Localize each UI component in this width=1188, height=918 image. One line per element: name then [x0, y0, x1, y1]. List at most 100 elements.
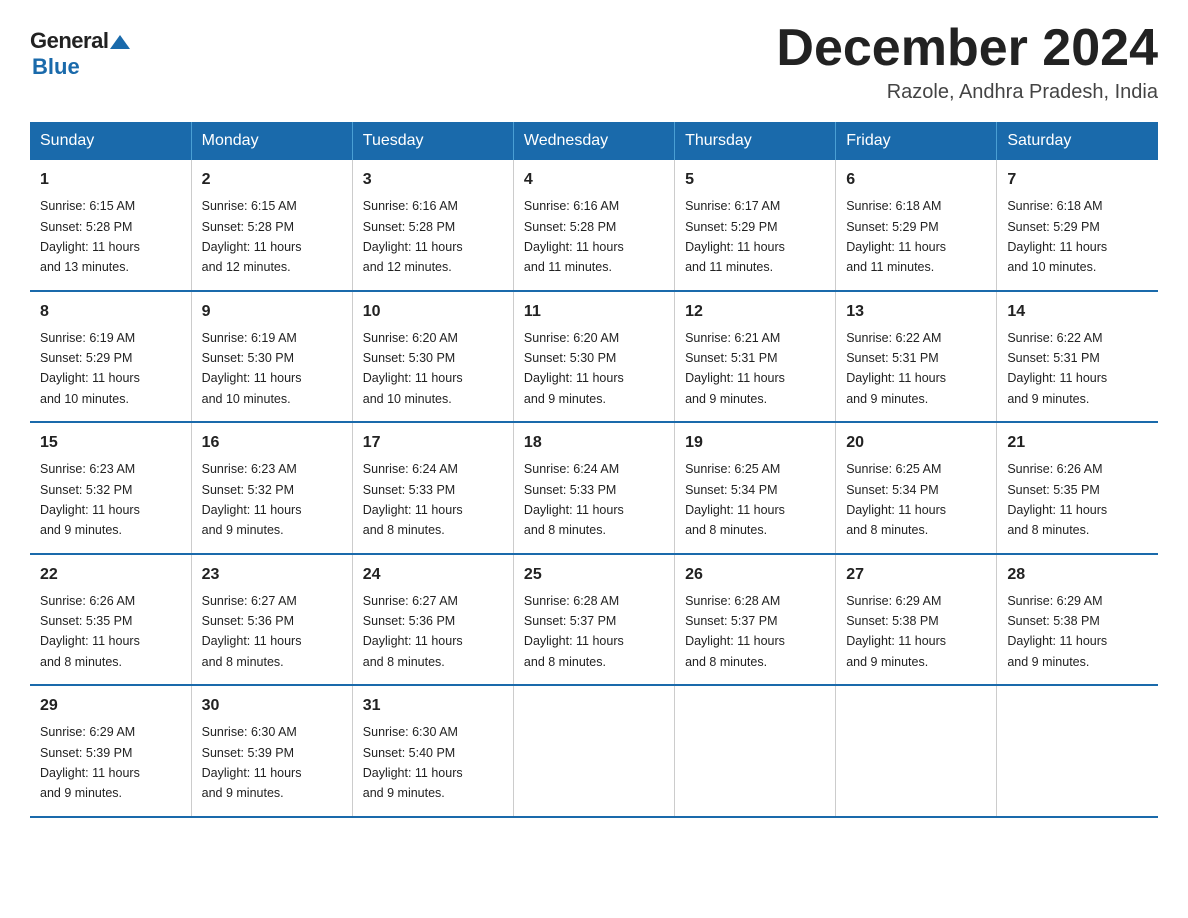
day-cell: 5 Sunrise: 6:17 AMSunset: 5:29 PMDayligh… — [675, 160, 836, 291]
header-cell-tuesday: Tuesday — [352, 122, 513, 160]
title-block: December 2024 Razole, Andhra Pradesh, In… — [776, 20, 1158, 104]
day-cell: 16 Sunrise: 6:23 AMSunset: 5:32 PMDaylig… — [191, 422, 352, 554]
header-row: SundayMondayTuesdayWednesdayThursdayFrid… — [30, 122, 1158, 160]
day-cell: 4 Sunrise: 6:16 AMSunset: 5:28 PMDayligh… — [513, 160, 674, 291]
day-number: 22 — [40, 563, 181, 587]
day-info: Sunrise: 6:21 AMSunset: 5:31 PMDaylight:… — [685, 331, 785, 406]
day-info: Sunrise: 6:27 AMSunset: 5:36 PMDaylight:… — [202, 594, 302, 669]
day-cell: 11 Sunrise: 6:20 AMSunset: 5:30 PMDaylig… — [513, 291, 674, 423]
day-cell: 19 Sunrise: 6:25 AMSunset: 5:34 PMDaylig… — [675, 422, 836, 554]
logo: General Blue — [30, 20, 130, 80]
day-number: 5 — [685, 168, 825, 192]
calendar-table: SundayMondayTuesdayWednesdayThursdayFrid… — [30, 122, 1158, 818]
day-cell: 24 Sunrise: 6:27 AMSunset: 5:36 PMDaylig… — [352, 554, 513, 686]
day-cell: 7 Sunrise: 6:18 AMSunset: 5:29 PMDayligh… — [997, 160, 1158, 291]
day-number: 17 — [363, 431, 503, 455]
header-cell-saturday: Saturday — [997, 122, 1158, 160]
day-cell: 13 Sunrise: 6:22 AMSunset: 5:31 PMDaylig… — [836, 291, 997, 423]
day-number: 8 — [40, 300, 181, 324]
location-subtitle: Razole, Andhra Pradesh, India — [776, 81, 1158, 104]
header-cell-friday: Friday — [836, 122, 997, 160]
day-info: Sunrise: 6:20 AMSunset: 5:30 PMDaylight:… — [524, 331, 624, 406]
day-info: Sunrise: 6:24 AMSunset: 5:33 PMDaylight:… — [363, 462, 463, 537]
day-number: 4 — [524, 168, 664, 192]
day-cell: 22 Sunrise: 6:26 AMSunset: 5:35 PMDaylig… — [30, 554, 191, 686]
day-cell: 17 Sunrise: 6:24 AMSunset: 5:33 PMDaylig… — [352, 422, 513, 554]
day-number: 11 — [524, 300, 664, 324]
day-cell: 1 Sunrise: 6:15 AMSunset: 5:28 PMDayligh… — [30, 160, 191, 291]
day-cell: 6 Sunrise: 6:18 AMSunset: 5:29 PMDayligh… — [836, 160, 997, 291]
week-row-2: 8 Sunrise: 6:19 AMSunset: 5:29 PMDayligh… — [30, 291, 1158, 423]
day-number: 7 — [1007, 168, 1148, 192]
day-cell — [513, 685, 674, 817]
header-cell-wednesday: Wednesday — [513, 122, 674, 160]
day-info: Sunrise: 6:30 AMSunset: 5:39 PMDaylight:… — [202, 725, 302, 800]
day-number: 18 — [524, 431, 664, 455]
day-number: 13 — [846, 300, 986, 324]
day-cell: 28 Sunrise: 6:29 AMSunset: 5:38 PMDaylig… — [997, 554, 1158, 686]
page-header: General Blue December 2024 Razole, Andhr… — [30, 20, 1158, 104]
day-number: 6 — [846, 168, 986, 192]
day-info: Sunrise: 6:25 AMSunset: 5:34 PMDaylight:… — [685, 462, 785, 537]
day-number: 19 — [685, 431, 825, 455]
month-title: December 2024 — [776, 20, 1158, 77]
calendar-header: SundayMondayTuesdayWednesdayThursdayFrid… — [30, 122, 1158, 160]
day-info: Sunrise: 6:26 AMSunset: 5:35 PMDaylight:… — [40, 594, 140, 669]
day-number: 3 — [363, 168, 503, 192]
day-cell: 3 Sunrise: 6:16 AMSunset: 5:28 PMDayligh… — [352, 160, 513, 291]
day-cell: 9 Sunrise: 6:19 AMSunset: 5:30 PMDayligh… — [191, 291, 352, 423]
day-info: Sunrise: 6:29 AMSunset: 5:38 PMDaylight:… — [1007, 594, 1107, 669]
day-info: Sunrise: 6:24 AMSunset: 5:33 PMDaylight:… — [524, 462, 624, 537]
week-row-1: 1 Sunrise: 6:15 AMSunset: 5:28 PMDayligh… — [30, 160, 1158, 291]
header-cell-sunday: Sunday — [30, 122, 191, 160]
logo-general-text: General — [30, 28, 108, 54]
day-cell: 26 Sunrise: 6:28 AMSunset: 5:37 PMDaylig… — [675, 554, 836, 686]
logo-blue-text: Blue — [32, 54, 80, 80]
day-cell: 23 Sunrise: 6:27 AMSunset: 5:36 PMDaylig… — [191, 554, 352, 686]
day-number: 29 — [40, 694, 181, 718]
day-number: 21 — [1007, 431, 1148, 455]
day-cell: 8 Sunrise: 6:19 AMSunset: 5:29 PMDayligh… — [30, 291, 191, 423]
day-info: Sunrise: 6:19 AMSunset: 5:29 PMDaylight:… — [40, 331, 140, 406]
day-cell: 31 Sunrise: 6:30 AMSunset: 5:40 PMDaylig… — [352, 685, 513, 817]
day-cell: 14 Sunrise: 6:22 AMSunset: 5:31 PMDaylig… — [997, 291, 1158, 423]
day-info: Sunrise: 6:29 AMSunset: 5:39 PMDaylight:… — [40, 725, 140, 800]
day-number: 9 — [202, 300, 342, 324]
day-info: Sunrise: 6:18 AMSunset: 5:29 PMDaylight:… — [1007, 199, 1107, 274]
day-info: Sunrise: 6:22 AMSunset: 5:31 PMDaylight:… — [1007, 331, 1107, 406]
day-cell: 20 Sunrise: 6:25 AMSunset: 5:34 PMDaylig… — [836, 422, 997, 554]
day-number: 15 — [40, 431, 181, 455]
day-info: Sunrise: 6:22 AMSunset: 5:31 PMDaylight:… — [846, 331, 946, 406]
day-number: 2 — [202, 168, 342, 192]
day-number: 14 — [1007, 300, 1148, 324]
logo-wordmark: General — [30, 28, 130, 54]
day-info: Sunrise: 6:29 AMSunset: 5:38 PMDaylight:… — [846, 594, 946, 669]
day-info: Sunrise: 6:25 AMSunset: 5:34 PMDaylight:… — [846, 462, 946, 537]
day-number: 23 — [202, 563, 342, 587]
week-row-4: 22 Sunrise: 6:26 AMSunset: 5:35 PMDaylig… — [30, 554, 1158, 686]
day-number: 30 — [202, 694, 342, 718]
day-info: Sunrise: 6:30 AMSunset: 5:40 PMDaylight:… — [363, 725, 463, 800]
day-info: Sunrise: 6:18 AMSunset: 5:29 PMDaylight:… — [846, 199, 946, 274]
day-cell: 21 Sunrise: 6:26 AMSunset: 5:35 PMDaylig… — [997, 422, 1158, 554]
day-number: 1 — [40, 168, 181, 192]
day-number: 27 — [846, 563, 986, 587]
day-info: Sunrise: 6:28 AMSunset: 5:37 PMDaylight:… — [524, 594, 624, 669]
week-row-5: 29 Sunrise: 6:29 AMSunset: 5:39 PMDaylig… — [30, 685, 1158, 817]
day-info: Sunrise: 6:19 AMSunset: 5:30 PMDaylight:… — [202, 331, 302, 406]
day-number: 20 — [846, 431, 986, 455]
day-cell — [997, 685, 1158, 817]
day-number: 31 — [363, 694, 503, 718]
calendar-body: 1 Sunrise: 6:15 AMSunset: 5:28 PMDayligh… — [30, 160, 1158, 817]
day-cell: 2 Sunrise: 6:15 AMSunset: 5:28 PMDayligh… — [191, 160, 352, 291]
day-info: Sunrise: 6:23 AMSunset: 5:32 PMDaylight:… — [40, 462, 140, 537]
day-info: Sunrise: 6:28 AMSunset: 5:37 PMDaylight:… — [685, 594, 785, 669]
day-info: Sunrise: 6:15 AMSunset: 5:28 PMDaylight:… — [40, 199, 140, 274]
day-cell: 18 Sunrise: 6:24 AMSunset: 5:33 PMDaylig… — [513, 422, 674, 554]
day-cell: 10 Sunrise: 6:20 AMSunset: 5:30 PMDaylig… — [352, 291, 513, 423]
day-number: 28 — [1007, 563, 1148, 587]
day-cell: 29 Sunrise: 6:29 AMSunset: 5:39 PMDaylig… — [30, 685, 191, 817]
day-info: Sunrise: 6:16 AMSunset: 5:28 PMDaylight:… — [524, 199, 624, 274]
day-number: 10 — [363, 300, 503, 324]
day-info: Sunrise: 6:20 AMSunset: 5:30 PMDaylight:… — [363, 331, 463, 406]
